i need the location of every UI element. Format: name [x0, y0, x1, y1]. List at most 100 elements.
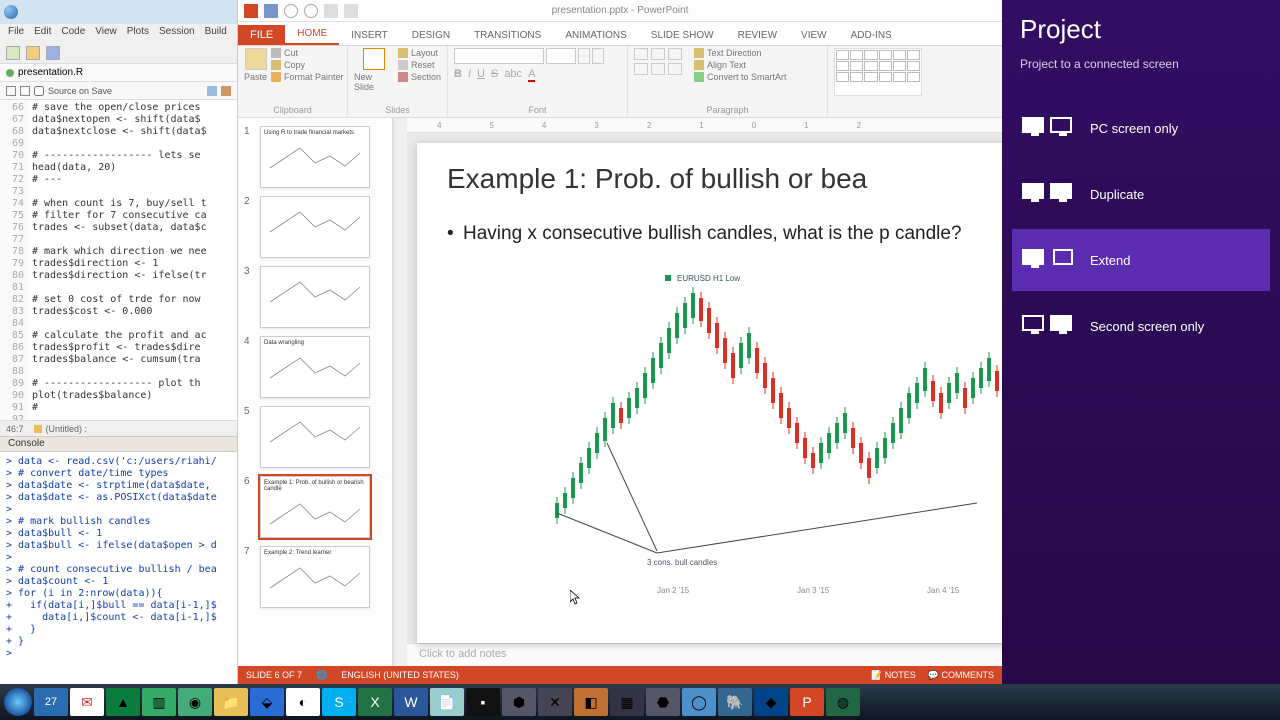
drive-icon[interactable]: ▲	[106, 688, 140, 716]
tab-animations[interactable]: ANIMATIONS	[553, 26, 638, 45]
project-charm-panel[interactable]: Project Project to a connected screen PC…	[1002, 0, 1280, 684]
tab-home[interactable]: HOME	[285, 24, 339, 45]
source-editor[interactable]: 66 67 68 69 70 71 72 73 74 75 76 77 78 7…	[0, 100, 237, 420]
tab-review[interactable]: REVIEW	[726, 26, 789, 45]
project-option-second-screen-only[interactable]: Second screen only	[1012, 295, 1270, 357]
menu-code[interactable]: Code	[61, 26, 85, 40]
tab-file[interactable]: FILE	[238, 25, 285, 45]
paste-button[interactable]: Paste	[244, 48, 267, 82]
app-icon-9[interactable]: ◍	[826, 688, 860, 716]
source-on-save-checkbox[interactable]	[34, 86, 44, 96]
italic-button[interactable]: I	[468, 68, 471, 82]
app-icon-2[interactable]: ◉	[178, 688, 212, 716]
new-slide-button[interactable]: New Slide	[354, 48, 394, 92]
menu-plots[interactable]: Plots	[127, 26, 149, 40]
ribbon[interactable]: Paste Cut Copy Format Painter Clipboard …	[238, 46, 1002, 118]
console-tab[interactable]: Console	[0, 436, 237, 452]
calendar-icon[interactable]: 27	[34, 688, 68, 716]
pp-titlebar[interactable]: presentation.pptx - PowerPoint	[238, 0, 1002, 22]
menu-file[interactable]: File	[8, 26, 24, 40]
tab-transitions[interactable]: TRANSITIONS	[462, 26, 553, 45]
status-notes-button[interactable]: 📝 NOTES	[871, 670, 916, 681]
layout-button[interactable]: Layout	[398, 48, 441, 58]
menu-session[interactable]: Session	[159, 26, 195, 40]
powerpoint-taskbar-icon[interactable]: P	[790, 688, 824, 716]
bold-button[interactable]: B	[454, 68, 462, 82]
project-option-pc-screen-only[interactable]: PC screen only	[1012, 97, 1270, 159]
run-icon[interactable]	[221, 86, 231, 96]
status-comments-button[interactable]: 💬 COMMENTS	[928, 670, 994, 681]
fwd-icon[interactable]	[20, 86, 30, 96]
wand-icon[interactable]	[207, 86, 217, 96]
app-icon-8[interactable]: ◆	[754, 688, 788, 716]
skype-icon[interactable]: S	[322, 688, 356, 716]
reset-button[interactable]: Reset	[398, 60, 441, 70]
align-text-button[interactable]: Align Text	[694, 60, 787, 70]
rstudio-taskbar-icon[interactable]: ◯	[682, 688, 716, 716]
explorer-icon[interactable]: 📁	[214, 688, 248, 716]
cut-button[interactable]: Cut	[271, 48, 344, 58]
slide-bullet-text[interactable]: Having x consecutive bullish candles, wh…	[447, 223, 1002, 245]
gmail-icon[interactable]: ✉	[70, 688, 104, 716]
excel-icon[interactable]: X	[358, 688, 392, 716]
shapes-gallery[interactable]	[834, 48, 922, 96]
thumbnail-slide-4[interactable]: 4Data wrangling	[244, 336, 386, 398]
notepad-icon[interactable]: 📄	[430, 688, 464, 716]
increase-font-icon[interactable]	[578, 48, 590, 64]
word-icon[interactable]: W	[394, 688, 428, 716]
ribbon-tabs[interactable]: FILE HOME INSERT DESIGN TRANSITIONS ANIM…	[238, 22, 1002, 46]
rstudio-titlebar[interactable]	[0, 0, 237, 24]
thumbnail-scrollbar[interactable]	[393, 118, 407, 666]
strike-button[interactable]: S	[491, 68, 498, 82]
undo-icon[interactable]	[284, 4, 298, 18]
pgadmin-icon[interactable]: 🐘	[718, 688, 752, 716]
thumbnail-slide-3[interactable]: 3	[244, 266, 386, 328]
status-language[interactable]: ENGLISH (UNITED STATES)	[341, 670, 459, 681]
save-icon[interactable]	[264, 4, 278, 18]
back-icon[interactable]	[6, 86, 16, 96]
app-icon-4[interactable]: ✕	[538, 688, 572, 716]
font-color-button[interactable]: A	[528, 68, 535, 82]
align-left-icon[interactable]	[634, 63, 648, 75]
windows-taskbar[interactable]: 27 ✉ ▲ ▥ ◉ 📁 ⬙ ◐ S X W 📄 ▪ ⬢ ✕ ◧ ▦ ⬣ ◯ 🐘…	[0, 684, 1280, 720]
section-button[interactable]: Section	[398, 72, 441, 82]
rstudio-menubar[interactable]: File Edit Code View Plots Session Build	[0, 24, 237, 42]
font-family-select[interactable]	[454, 48, 544, 64]
open-file-icon[interactable]	[26, 46, 40, 60]
rstudio-toolbar[interactable]	[0, 42, 237, 64]
horizontal-ruler[interactable]: 454321012	[407, 118, 1002, 133]
new-file-icon[interactable]	[6, 46, 20, 60]
thumbnail-slide-7[interactable]: 7Example 2: Trend learner	[244, 546, 386, 608]
thumbnail-slide-6[interactable]: 6Example 1: Prob. of bullish or bearish …	[244, 476, 386, 538]
touch-mode-icon[interactable]	[344, 4, 358, 18]
copy-button[interactable]: Copy	[271, 60, 344, 70]
indent-icon[interactable]	[668, 48, 682, 60]
project-option-extend[interactable]: Extend	[1012, 229, 1270, 291]
slideshow-icon[interactable]	[324, 4, 338, 18]
text-direction-button[interactable]: Text Direction	[694, 48, 787, 58]
align-center-icon[interactable]	[651, 63, 665, 75]
thumbnail-slide-1[interactable]: 1Using R to trade financial markets	[244, 126, 386, 188]
thumbnail-slide-5[interactable]: 5	[244, 406, 386, 468]
menu-edit[interactable]: Edit	[34, 26, 51, 40]
app-icon-1[interactable]: ▥	[142, 688, 176, 716]
chrome-icon[interactable]: ◐	[286, 688, 320, 716]
app-icon-3[interactable]: ⬢	[502, 688, 536, 716]
tab-insert[interactable]: INSERT	[339, 26, 400, 45]
slide-thumbnails-panel[interactable]: 1Using R to trade financial markets234Da…	[238, 118, 393, 666]
editor-body[interactable]: # save the open/close prices data$nextop…	[28, 100, 237, 420]
quick-access-toolbar[interactable]	[238, 4, 364, 18]
align-right-icon[interactable]	[668, 63, 682, 75]
terminal-icon[interactable]: ▪	[466, 688, 500, 716]
tab-addins[interactable]: ADD-INS	[839, 26, 904, 45]
slide-title-text[interactable]: Example 1: Prob. of bullish or bea	[447, 163, 1002, 195]
app-icon-7[interactable]: ⬣	[646, 688, 680, 716]
save-icon[interactable]	[46, 46, 60, 60]
menu-view[interactable]: View	[95, 26, 117, 40]
current-slide[interactable]: Example 1: Prob. of bullish or bea Havin…	[417, 143, 1002, 643]
notes-pane[interactable]: Click to add notes	[407, 643, 1002, 666]
source-file-tab[interactable]: presentation.R	[0, 64, 237, 82]
numbering-icon[interactable]	[651, 48, 665, 60]
font-size-select[interactable]	[546, 48, 576, 64]
project-option-duplicate[interactable]: Duplicate	[1012, 163, 1270, 225]
